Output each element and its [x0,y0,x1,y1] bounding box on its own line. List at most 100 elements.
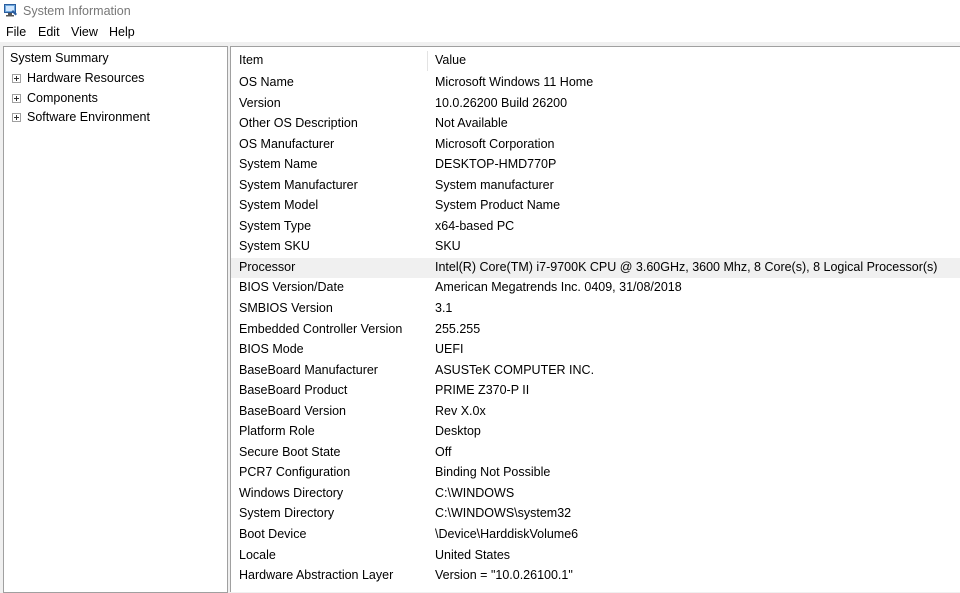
row-item: Version [239,95,281,110]
row-item: Boot Device [239,527,307,542]
tree-item-software-environment[interactable]: Software Environment [12,108,150,126]
tree-item-hardware-resources[interactable]: Hardware Resources [12,69,144,87]
table-row[interactable]: Locale United States [231,546,960,567]
table-row[interactable]: BaseBoard Version Rev X.0x [231,402,960,423]
column-divider[interactable] [427,51,428,71]
row-value: System manufacturer [435,177,554,192]
table-row[interactable]: PCR7 Configuration Binding Not Possible [231,463,960,484]
row-value: Intel(R) Core(TM) i7-9700K CPU @ 3.60GHz… [435,259,938,274]
row-item: System Type [239,218,312,233]
row-value: Desktop [435,424,481,439]
tree-item-label: Components [27,91,98,105]
table-row[interactable]: System Model System Product Name [231,196,960,217]
table-row[interactable]: Platform Role Desktop [231,422,960,443]
row-item: System Manufacturer [239,177,358,192]
table-row[interactable]: Windows Directory C:\WINDOWS [231,484,960,505]
table-row[interactable]: System Type x64-based PC [231,217,960,238]
table-row[interactable]: Version 10.0.26200 Build 26200 [231,94,960,115]
row-value: United States [435,547,511,562]
table-row[interactable]: Hardware Abstraction Layer Version = "10.… [231,566,960,587]
row-item: System Directory [239,506,335,521]
title-bar: System Information [0,0,960,23]
table-row[interactable]: Other OS Description Not Available [231,114,960,135]
expand-icon[interactable] [12,73,21,83]
row-item: PCR7 Configuration [239,465,351,480]
table-row[interactable]: OS Name Microsoft Windows 11 Home [231,73,960,94]
menu-help[interactable]: Help [109,25,135,39]
tree-item-label: Software Environment [27,110,150,124]
row-item: BIOS Version/Date [239,280,344,295]
table-row[interactable]: BaseBoard Manufacturer ASUSTeK COMPUTER I… [231,361,960,382]
row-value: SKU [435,239,461,254]
menu-edit[interactable]: Edit [38,25,60,39]
column-header-item[interactable]: Item [239,53,263,67]
row-value: Microsoft Windows 11 Home [435,75,594,89]
table-row[interactable]: Boot Device \Device\HarddiskVolume6 [231,525,960,546]
row-value: PRIME Z370-P II [435,383,530,398]
row-value: American Megatrends Inc. 0409, 31/08/201… [435,280,682,295]
table-row[interactable]: System Directory C:\WINDOWS\system32 [231,504,960,525]
table-row[interactable]: SMBIOS Version 3.1 [231,299,960,320]
row-value: \Device\HarddiskVolume6 [435,527,579,542]
menu-file[interactable]: File [6,25,26,39]
row-value: System Product Name [435,198,561,213]
table-row[interactable]: System Name DESKTOP-HMD770P [231,155,960,176]
expand-icon[interactable] [12,112,21,122]
row-item: System Model [239,198,319,213]
table-row[interactable]: BaseBoard Product PRIME Z370-P II [231,381,960,402]
row-item: Processor [239,259,296,274]
row-value: 255.255 [435,321,481,336]
row-item: Hardware Abstraction Layer [239,568,394,583]
row-item: BIOS Mode [239,342,304,357]
details-pane: Item Value OS Name Microsoft Windows 11 H… [230,46,960,592]
table-row[interactable]: System Manufacturer System manufacturer [231,176,960,197]
menu-bar: File Edit View Help [0,23,960,42]
row-value: Version = "10.0.26100.1" [435,568,573,583]
expand-icon[interactable] [12,93,21,103]
row-value: Not Available [435,116,508,131]
system-information-icon [4,4,17,17]
row-value: x64-based PC [435,218,515,233]
row-item: Other OS Description [239,116,358,131]
tree-item-components[interactable]: Components [12,89,98,107]
row-value: Microsoft Corporation [435,136,555,151]
column-header-value[interactable]: Value [435,53,466,67]
row-value: ASUSTeK COMPUTER INC. [435,362,595,377]
window-title: System Information [23,4,131,18]
table-row[interactable]: BIOS Version/Date American Megatrends Inc… [231,278,960,299]
row-item: System SKU [239,239,310,254]
row-item: Secure Boot State [239,444,341,459]
details-table: OS Name Microsoft Windows 11 Home Version 1… [231,73,960,587]
menu-view[interactable]: View [71,25,98,39]
row-item: BaseBoard Product [239,383,348,398]
row-item: System Name [239,157,318,172]
row-value: Binding Not Possible [435,465,551,480]
row-item: Embedded Controller Version [239,321,403,336]
row-item: Locale [239,547,276,562]
row-value: 3.1 [435,301,453,316]
row-value: C:\WINDOWS\system32 [435,506,572,521]
tree-item-system-summary[interactable]: System Summary [10,51,109,65]
row-value: DESKTOP-HMD770P [435,157,557,172]
row-value: C:\WINDOWS [435,485,515,500]
row-item: OS Name [239,75,294,89]
tree-item-label: Hardware Resources [27,71,145,85]
table-row[interactable]: Embedded Controller Version 255.255 [231,320,960,341]
row-item: BaseBoard Manufacturer [239,362,378,377]
row-item: BaseBoard Version [239,403,347,418]
table-row[interactable]: Secure Boot State Off [231,443,960,464]
row-item: SMBIOS Version [239,301,333,316]
row-value: Rev X.0x [435,403,486,418]
row-item: Platform Role [239,424,315,439]
table-header: Item Value [231,47,960,73]
row-value: UEFI [435,342,464,357]
row-item: OS Manufacturer [239,136,335,151]
category-tree: System Summary Hardware Resources Compon… [3,46,228,593]
table-row[interactable]: OS Manufacturer Microsoft Corporation [231,135,960,156]
row-item: Windows Directory [239,485,344,500]
table-row[interactable]: System SKU SKU [231,237,960,258]
table-row[interactable]: BIOS Mode UEFI [231,340,960,361]
table-row[interactable]: Processor Intel(R) Core(TM) i7-9700K CPU … [231,257,960,279]
row-value: 10.0.26200 Build 26200 [435,95,568,110]
row-value: Off [435,444,452,459]
